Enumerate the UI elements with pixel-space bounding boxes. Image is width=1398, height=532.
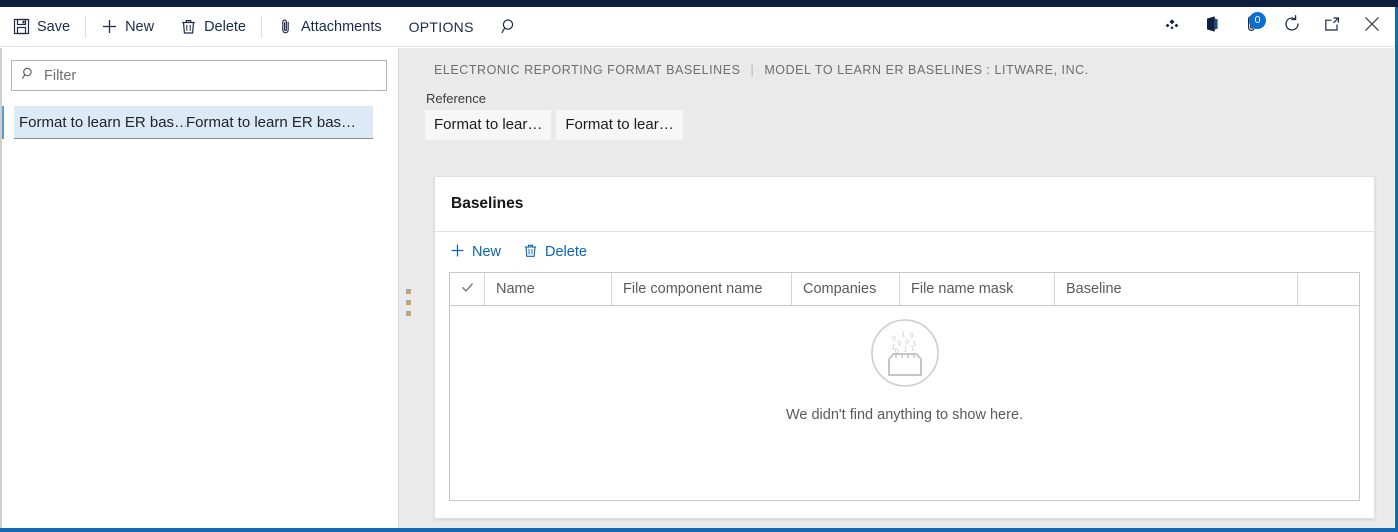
attachments-button-label: Attachments (301, 18, 382, 35)
settings-diamond-icon-button[interactable] (1152, 7, 1192, 47)
grid-new-button[interactable]: New (441, 236, 510, 268)
command-bar: Save New Delete Attachments OPTIONS 0 (0, 7, 1398, 47)
save-button[interactable]: Save (0, 7, 83, 47)
save-button-label: Save (37, 18, 71, 35)
attachments-indicator-button[interactable]: 0 (1232, 7, 1272, 47)
trash-icon (180, 18, 197, 35)
svg-text:0: 0 (894, 348, 899, 355)
grid-header-file-component-name[interactable]: File component name (612, 273, 792, 305)
breadcrumb-current: MODEL TO LEARN ER BASELINES : LITWARE, I… (764, 63, 1089, 77)
reference-chip-2[interactable]: Format to lear… (556, 110, 683, 140)
format-list: Format to learn ER bas… Format to learn … (0, 106, 398, 139)
attachments-count-badge: 0 (1249, 11, 1266, 29)
new-button-label: New (125, 18, 155, 35)
office-app-icon (1202, 14, 1222, 39)
command-bar-divider-2 (261, 15, 262, 38)
breadcrumb: ELECTRONIC REPORTING FORMAT BASELINES | … (417, 48, 1394, 77)
filter-area (0, 48, 398, 91)
list-item-column-1: Format to learn ER bas… (19, 113, 186, 131)
main-content-panel: ELECTRONIC REPORTING FORMAT BASELINES | … (417, 48, 1394, 528)
svg-text:0: 0 (909, 332, 914, 339)
list-item[interactable]: Format to learn ER bas… Format to learn … (14, 106, 373, 139)
command-bar-system-icons: 0 (1152, 7, 1398, 47)
left-list-panel: Format to learn ER bas… Format to learn … (0, 48, 399, 528)
delete-button[interactable]: Delete (167, 7, 259, 47)
command-bar-divider (85, 15, 87, 38)
attachments-button[interactable]: Attachments (264, 7, 395, 47)
checkmark-icon (460, 280, 475, 299)
search-button[interactable] (488, 7, 532, 47)
empty-folder-binary-icon: 0 1 0 1 0 0 1 0 1 1 (869, 317, 941, 394)
command-bar-actions: Save New Delete Attachments OPTIONS (0, 7, 532, 47)
breadcrumb-separator: | (750, 63, 755, 77)
baselines-card-header: Baselines (435, 177, 1374, 232)
new-button[interactable]: New (88, 7, 167, 47)
grid-header-row: Name File component name Companies File … (450, 273, 1359, 306)
open-in-new-window-icon (1322, 14, 1342, 39)
grid-select-all-header[interactable] (450, 273, 485, 305)
close-icon (1361, 13, 1383, 40)
svg-text:1: 1 (902, 346, 908, 354)
window-bottom-border (0, 528, 1398, 532)
settings-diamond-icon (1162, 14, 1182, 39)
app-window: Save New Delete Attachments OPTIONS 0 Fi… (0, 0, 1398, 532)
reference-chip-1[interactable]: Format to lear… (425, 110, 552, 140)
grid-header-file-name-mask[interactable]: File name mask (900, 273, 1055, 305)
grid-header-filler (1298, 273, 1359, 305)
baselines-card: Baselines New Delete Name File component… (434, 176, 1375, 519)
refresh-icon (1282, 14, 1302, 39)
baselines-grid: Name File component name Companies File … (449, 272, 1360, 501)
plus-icon (101, 18, 118, 35)
grid-delete-button[interactable]: Delete (514, 236, 596, 268)
list-item-column-2: Format to learn ER bas… (186, 113, 357, 131)
search-icon (21, 66, 36, 86)
plus-icon (450, 243, 465, 262)
baselines-toolbar: New Delete (435, 232, 1374, 272)
open-in-new-window-button[interactable] (1312, 7, 1352, 47)
grid-header-name[interactable]: Name (485, 273, 612, 305)
breadcrumb-root[interactable]: ELECTRONIC REPORTING FORMAT BASELINES (434, 63, 741, 77)
baselines-card-title: Baselines (451, 195, 524, 212)
splitter-grip-icon (406, 289, 411, 316)
paperclip-icon (277, 18, 294, 35)
reference-chips: Format to lear… Format to lear… (425, 110, 1394, 140)
options-menu-button[interactable]: OPTIONS (395, 7, 488, 47)
delete-button-label: Delete (204, 18, 246, 35)
reference-label: Reference (426, 91, 486, 106)
filter-box[interactable] (11, 60, 387, 91)
filter-input[interactable] (44, 67, 377, 84)
reference-section: Reference Format to lear… Format to lear… (417, 77, 1394, 140)
svg-text:1: 1 (900, 331, 905, 339)
grid-new-label: New (472, 244, 502, 260)
close-button[interactable] (1352, 7, 1392, 47)
grid-empty-message: We didn't find anything to show here. (785, 407, 1024, 423)
grid-delete-label: Delete (545, 244, 587, 260)
search-icon (500, 17, 519, 36)
options-menu-label: OPTIONS (408, 18, 474, 35)
grid-header-baseline[interactable]: Baseline (1055, 273, 1298, 305)
trash-icon (523, 243, 538, 262)
refresh-button[interactable] (1272, 7, 1312, 47)
panel-splitter[interactable] (399, 48, 417, 528)
window-left-border (0, 48, 2, 528)
grid-empty-state: 0 1 0 1 0 0 1 0 1 1 We didn't find anyth… (450, 306, 1359, 500)
save-icon (13, 18, 30, 35)
office-app-icon-button[interactable] (1192, 7, 1232, 47)
grid-header-companies[interactable]: Companies (792, 273, 900, 305)
svg-text:0: 0 (904, 339, 909, 346)
